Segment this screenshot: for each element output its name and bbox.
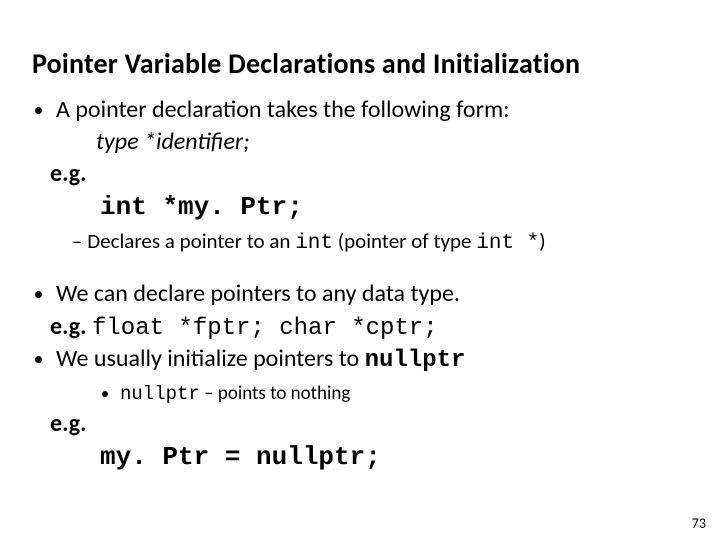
sub1-code-2: int *	[476, 232, 539, 255]
subsub-code: nullptr	[120, 383, 200, 405]
sub-sub-bullet-list: nullptr – points to nothing	[120, 382, 688, 407]
bullet-list-3: We usually initialize pointers to nullpt…	[56, 344, 688, 376]
sub1-text-c: )	[539, 228, 545, 254]
subsub-text-b: – points to nothing	[200, 382, 350, 405]
page-number: 73	[692, 515, 706, 532]
form-line: type *identifier;	[96, 127, 688, 157]
sub1-code-1: int	[295, 232, 333, 255]
example-label-2: e.g.	[50, 312, 92, 341]
bullet-item-1: A pointer declaration takes the followin…	[56, 95, 688, 125]
sub-bullet-list-1: Declares a pointer to an int (pointer of…	[72, 228, 688, 257]
bullet3-code: nullptr	[365, 347, 466, 374]
bullet-list-2: We can declare pointers to any data type…	[56, 279, 688, 309]
spacer	[32, 261, 688, 279]
code-block-3: my. Ptr = nullptr;	[100, 442, 688, 472]
example-label-1: e.g.	[50, 159, 688, 188]
example-code-2: float *fptr; char *cptr;	[92, 315, 438, 342]
bullet-item-3: We usually initialize pointers to nullpt…	[56, 344, 688, 376]
sub-sub-bullet-1: nullptr – points to nothing	[120, 382, 688, 407]
bullet3-text-a: We usually initialize pointers to	[56, 344, 365, 373]
example-label-3: e.g.	[50, 409, 688, 438]
sub1-text-b: (pointer of type	[333, 228, 476, 254]
slide-title: Pointer Variable Declarations and Initia…	[32, 46, 688, 81]
slide: Pointer Variable Declarations and Initia…	[0, 0, 720, 540]
sub1-text-a: Declares a pointer to an	[87, 228, 295, 254]
sub-bullet-1: Declares a pointer to an int (pointer of…	[72, 228, 688, 257]
code-block-1: int *my. Ptr;	[100, 192, 688, 222]
bullet-list: A pointer declaration takes the followin…	[56, 95, 688, 125]
example-line-2: e.g. float *fptr; char *cptr;	[50, 311, 688, 344]
bullet-item-2: We can declare pointers to any data type…	[56, 279, 688, 309]
